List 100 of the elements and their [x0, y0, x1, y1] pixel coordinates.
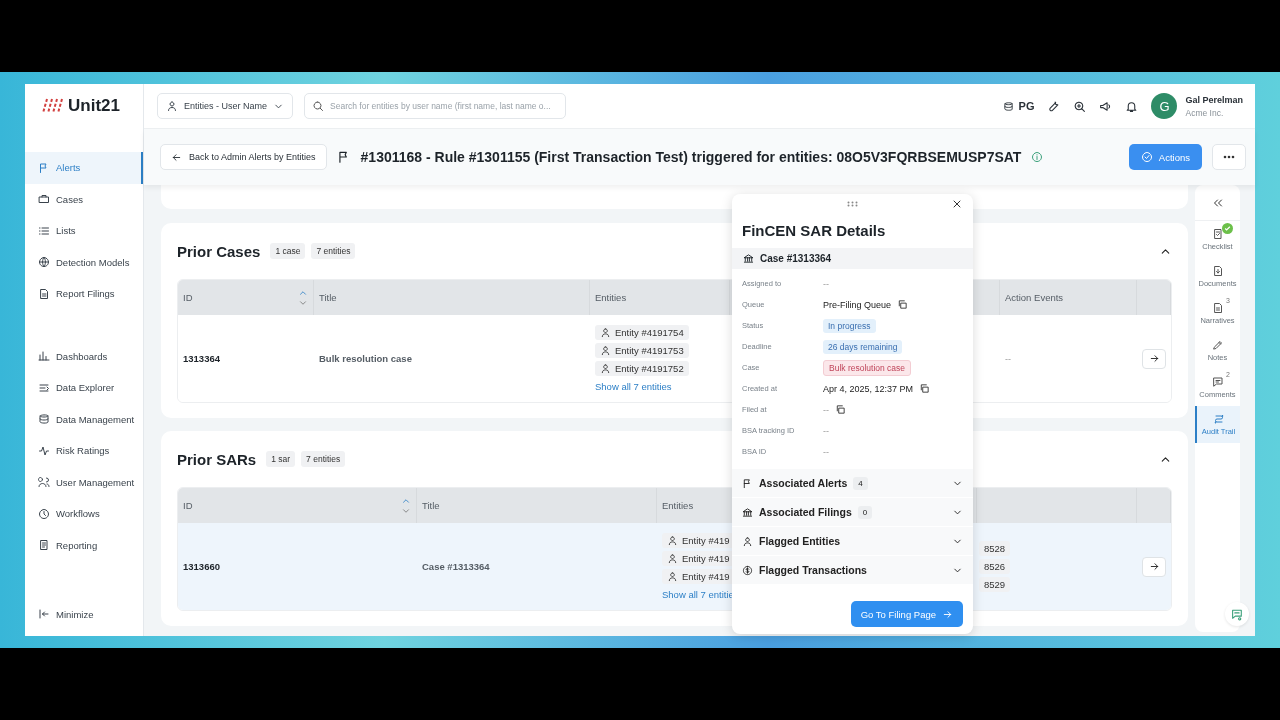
status-badge: Bulk resolution case — [823, 359, 912, 376]
column-header[interactable]: ID — [183, 500, 193, 511]
nav-item[interactable]: Cases — [25, 183, 143, 215]
zoom-in-icon[interactable] — [1073, 99, 1087, 113]
nav-item[interactable]: Alerts — [25, 152, 143, 184]
nav-item[interactable]: Lists — [25, 215, 143, 247]
column-header[interactable]: ID — [183, 292, 193, 303]
flag-icon — [742, 477, 753, 489]
arrow-left-icon — [171, 151, 182, 163]
drag-handle-icon[interactable] — [847, 201, 858, 207]
copy-button[interactable] — [897, 299, 909, 310]
route-icon — [1212, 413, 1225, 425]
globe-icon — [38, 256, 50, 269]
database-icon[interactable] — [1002, 100, 1014, 112]
coin-icon — [742, 564, 753, 576]
accordion-header[interactable]: Flagged Transactions — [732, 555, 973, 584]
show-all-link[interactable]: Show all 7 entities — [595, 381, 672, 392]
wrench-icon[interactable] — [1047, 99, 1061, 113]
person-icon — [742, 535, 753, 547]
logo-text: Unit21 — [68, 96, 120, 116]
field-value: -- — [823, 425, 829, 436]
section-title: Prior Cases — [177, 242, 261, 260]
nav-item[interactable]: Risk Ratings — [25, 435, 143, 467]
nav-item[interactable]: Report Filings — [25, 278, 143, 310]
count-pill: 7 entities — [301, 451, 346, 467]
arrow-right-icon — [1148, 353, 1160, 364]
entity-tag[interactable]: Entity #4191752 — [595, 361, 689, 376]
nav-item[interactable]: User Management — [25, 466, 143, 498]
entity-tag[interactable]: 8528 — [979, 541, 1011, 556]
entity-tag[interactable]: Entity #4191754 — [595, 325, 689, 340]
person-icon — [667, 553, 678, 564]
bell-icon[interactable] — [1125, 99, 1139, 113]
column-header[interactable]: Title — [319, 292, 337, 303]
avatar[interactable]: G — [1151, 93, 1178, 119]
field-value: -- — [823, 278, 829, 289]
arrow-right-icon — [942, 608, 953, 620]
entity-tag[interactable]: 8529 — [979, 577, 1011, 592]
megaphone-icon[interactable] — [1099, 99, 1113, 113]
copy-icon — [919, 383, 931, 394]
nav-item[interactable]: Workflows — [25, 498, 143, 530]
more-icon — [1223, 155, 1235, 159]
nav-item[interactable]: Data Management — [25, 403, 143, 435]
accordion-header[interactable]: Associated Filings 0 — [732, 497, 973, 526]
accordion-header[interactable]: Flagged Entities — [732, 526, 973, 555]
person-icon — [600, 327, 611, 338]
entity-tag[interactable]: Entity #419 — [662, 551, 735, 566]
back-button[interactable]: Back to Admin Alerts by Entities — [160, 144, 327, 170]
field-value: -- — [823, 446, 829, 457]
copy-button[interactable] — [919, 383, 931, 394]
info-icon — [1031, 151, 1044, 163]
count-pill: 1 sar — [266, 451, 296, 467]
search-field[interactable]: Search for entities by user name (first name, last name o... — [304, 93, 567, 119]
chat-icon — [1230, 607, 1244, 621]
open-row-button[interactable] — [1142, 556, 1166, 577]
double-chevron-left-icon[interactable] — [1211, 196, 1224, 209]
nav-item[interactable]: Data Explorer — [25, 372, 143, 404]
database-icon — [38, 413, 50, 426]
panel-title: FinCEN SAR Details — [741, 221, 887, 241]
pulse-icon — [38, 444, 50, 457]
briefcase-icon — [38, 193, 50, 206]
entity-tag[interactable]: Entity #419 — [662, 533, 735, 548]
nav-item[interactable]: Dashboards — [25, 340, 143, 372]
minimize-button[interactable]: Minimize — [25, 598, 143, 630]
open-row-button[interactable] — [1142, 348, 1166, 369]
count-pill: 7 entities — [311, 243, 356, 259]
column-header[interactable]: Entities — [595, 292, 627, 303]
comment-icon — [1211, 376, 1224, 388]
table-cell: Case #1313364 — [422, 561, 490, 572]
table-cell: -- — [1005, 353, 1011, 364]
close-button[interactable] — [951, 198, 963, 210]
copy-button[interactable] — [835, 404, 846, 415]
list-icon — [38, 224, 50, 237]
person-icon — [600, 363, 611, 374]
field-value: Pre-Filing Queue — [823, 299, 892, 310]
document-icon — [38, 287, 50, 300]
checklist-icon — [1211, 228, 1224, 240]
nav-item[interactable]: Detection Models — [25, 246, 143, 278]
document-icon — [38, 539, 50, 552]
accordion-header[interactable]: Associated Alerts 4 — [732, 468, 973, 497]
environment-label[interactable]: PG — [1018, 100, 1035, 112]
table-cell: Bulk resolution case — [319, 353, 412, 364]
document-icon — [1211, 302, 1224, 314]
column-header[interactable]: Action Events — [1005, 292, 1064, 303]
nav-item[interactable]: Reporting — [25, 529, 143, 561]
table-cell: 1313660 — [183, 561, 220, 572]
column-header[interactable]: Entities — [662, 500, 694, 511]
entity-tag[interactable]: 8526 — [979, 559, 1011, 574]
person-icon — [667, 571, 678, 582]
bank-icon — [742, 506, 753, 518]
count-badge: 4 — [853, 476, 868, 490]
copy-icon — [897, 299, 909, 310]
field-value: -- — [823, 404, 829, 415]
arrow-right-icon — [1148, 561, 1160, 572]
entity-tag[interactable]: Entity #419 — [662, 569, 735, 584]
user-name: Gal Perelman — [1185, 94, 1243, 105]
entity-tag[interactable]: Entity #4191753 — [595, 343, 689, 358]
users-icon — [38, 476, 50, 489]
entity-type-dropdown[interactable]: Entities - User Name — [157, 93, 294, 119]
count-badge: 0 — [857, 505, 873, 519]
column-header[interactable]: Title — [422, 500, 440, 511]
